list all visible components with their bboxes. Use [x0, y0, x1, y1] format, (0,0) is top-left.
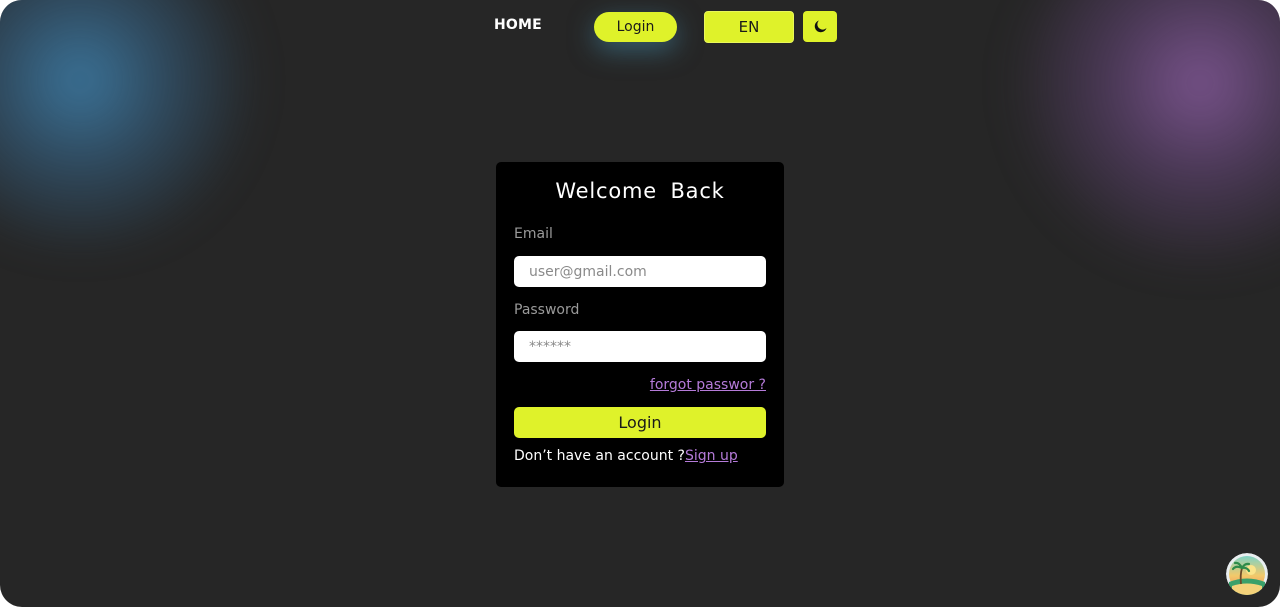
language-selector[interactable]: EN	[704, 11, 794, 43]
login-card: Welcome Back Email Password forgot passw…	[496, 162, 784, 487]
password-field[interactable]	[514, 331, 766, 362]
nav-login-button[interactable]: Login	[594, 12, 677, 42]
email-field[interactable]	[514, 256, 766, 287]
login-submit-button[interactable]: Login	[514, 407, 766, 438]
login-title: Welcome Back	[555, 179, 725, 203]
signup-prompt: Don’t have an account ?Sign up	[514, 448, 738, 464]
signup-link[interactable]: Sign up	[685, 448, 738, 464]
moon-icon	[814, 20, 827, 33]
forgot-password-link[interactable]: forgot passwor ?	[650, 377, 766, 393]
island-palm-icon[interactable]	[1226, 553, 1268, 595]
email-label: Email	[514, 226, 553, 242]
top-nav: HOME Login EN	[0, 0, 1280, 56]
theme-toggle-button[interactable]	[803, 11, 837, 42]
signup-prompt-text: Don’t have an account ?	[514, 448, 685, 464]
app-window: HOME Login EN Welcome Back Email Passwor…	[0, 0, 1280, 607]
password-label: Password	[514, 302, 580, 318]
nav-home-link[interactable]: HOME	[494, 17, 542, 33]
